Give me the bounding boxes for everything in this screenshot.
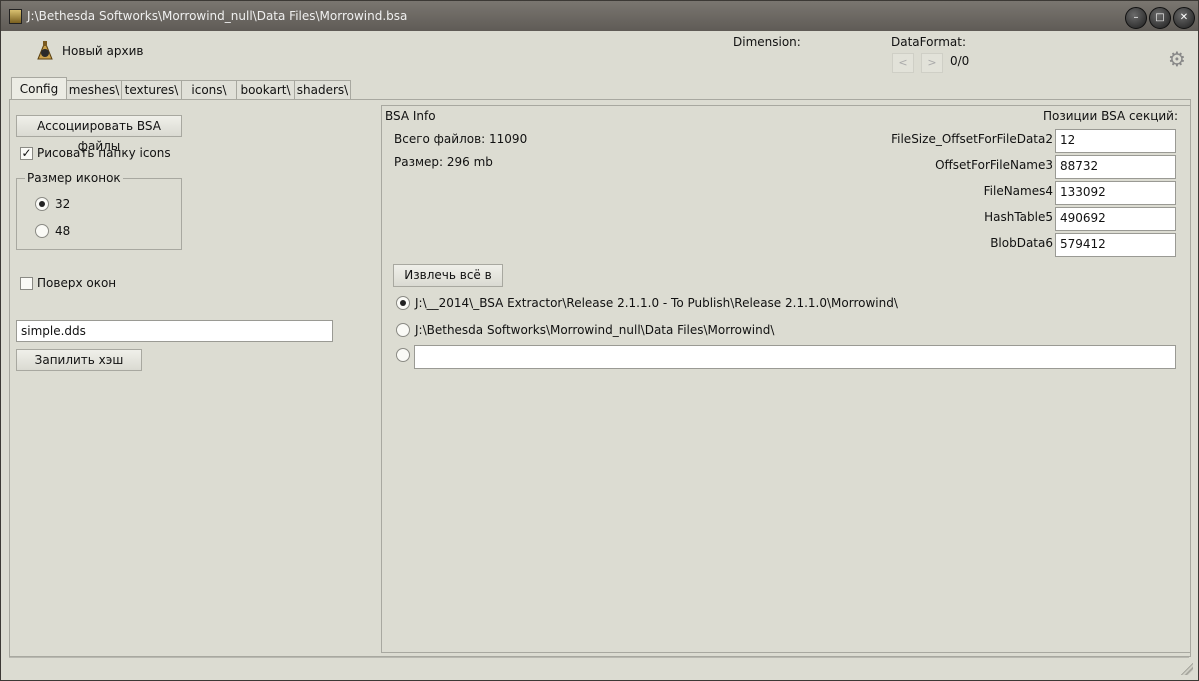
tab-label: shaders\ <box>296 83 349 97</box>
prev-page-button[interactable]: < <box>892 53 914 73</box>
gear-icon[interactable]: ⚙ <box>1168 47 1186 71</box>
field-label: OffsetForFileName3 <box>935 158 1053 172</box>
next-page-button[interactable]: > <box>921 53 943 73</box>
icon-size-48-label: 48 <box>55 224 71 238</box>
archive-size-text: Размер: 296 mb <box>394 155 493 169</box>
field-input[interactable]: 490692 <box>1055 207 1176 231</box>
draw-icons-checkbox[interactable]: ✓ <box>20 147 33 160</box>
new-archive-label: Новый архив <box>62 44 144 58</box>
extract-path-radio-2[interactable] <box>396 323 410 337</box>
app-icon <box>9 9 22 24</box>
on-top-checkbox[interactable] <box>20 277 33 290</box>
app-window: J:\Bethesda Softworks\Morrowind_null\Dat… <box>0 0 1199 681</box>
field-label: HashTable5 <box>984 210 1053 224</box>
tab-icons[interactable]: icons\ <box>181 80 237 100</box>
icon-size-group: Размер иконок 32 48 <box>16 171 182 250</box>
minimize-button[interactable]: – <box>1125 7 1147 29</box>
icon-size-48-radio[interactable] <box>35 224 49 238</box>
title-bar[interactable]: J:\Bethesda Softworks\Morrowind_null\Dat… <box>1 1 1198 31</box>
field-label: FileSize_OffsetForFileData2 <box>891 132 1053 146</box>
custom-extract-path-input[interactable] <box>414 345 1176 369</box>
on-top-label: Поверх окон <box>37 276 117 290</box>
field-input[interactable]: 88732 <box>1055 155 1176 179</box>
extract-path-radio-custom[interactable] <box>396 348 410 362</box>
icon-size-32-radio[interactable] <box>35 197 49 211</box>
archive-icon <box>37 40 53 60</box>
tab-label: Config <box>19 82 59 96</box>
icon-size-32-label: 32 <box>55 197 71 211</box>
field-input[interactable]: 133092 <box>1055 181 1176 205</box>
extract-all-button[interactable]: Извлечь всё в <box>393 264 503 287</box>
close-button[interactable]: ✕ <box>1173 7 1195 29</box>
tab-bookart[interactable]: bookart\ <box>236 80 295 100</box>
total-files-text: Всего файлов: 11090 <box>394 132 528 146</box>
tab-shaders[interactable]: shaders\ <box>294 80 351 100</box>
dimension-label: Dimension: <box>733 35 801 49</box>
extract-path-label-1: J:\__2014\_BSA Extractor\Release 2.1.1.0… <box>415 296 898 310</box>
hash-filename-input[interactable]: simple.dds <box>16 320 333 342</box>
tab-label: textures\ <box>124 83 179 97</box>
maximize-button[interactable]: □ <box>1149 7 1171 29</box>
tab-textures[interactable]: textures\ <box>121 80 182 100</box>
icon-size-group-title: Размер иконок <box>25 171 123 185</box>
field-input[interactable]: 579412 <box>1055 233 1176 257</box>
extract-path-label-2: J:\Bethesda Softworks\Morrowind_null\Dat… <box>415 323 775 337</box>
associate-bsa-button[interactable]: Ассоциировать BSA файлы <box>16 115 182 153</box>
window-title: J:\Bethesda Softworks\Morrowind_null\Dat… <box>27 9 408 23</box>
sections-title: Позиции BSA секций: <box>1042 109 1178 123</box>
field-label: FileNames4 <box>983 184 1053 198</box>
tab-label: icons\ <box>191 83 227 97</box>
bsa-info-panel: BSA Info Всего файлов: 11090 Размер: 296… <box>381 105 1191 653</box>
client-area: Новый архив Dimension: DataFormat: < > 0… <box>5 31 1194 677</box>
tab-meshes[interactable]: meshes\ <box>66 80 122 100</box>
page-count: 0/0 <box>950 54 970 68</box>
tab-label: bookart\ <box>240 83 291 97</box>
field-label: BlobData6 <box>990 236 1053 250</box>
bsa-info-title: BSA Info <box>385 109 436 123</box>
status-divider <box>9 657 1189 658</box>
resize-grip[interactable] <box>1181 663 1193 675</box>
hash-button[interactable]: Запилить хэш <box>16 349 142 371</box>
tab-label: meshes\ <box>68 83 120 97</box>
extract-path-radio-1[interactable] <box>396 296 410 310</box>
tab-config[interactable]: Config <box>11 77 67 101</box>
draw-icons-label: Рисовать папку icons <box>37 146 171 160</box>
field-input[interactable]: 12 <box>1055 129 1176 153</box>
dataformat-label: DataFormat: <box>891 35 966 49</box>
